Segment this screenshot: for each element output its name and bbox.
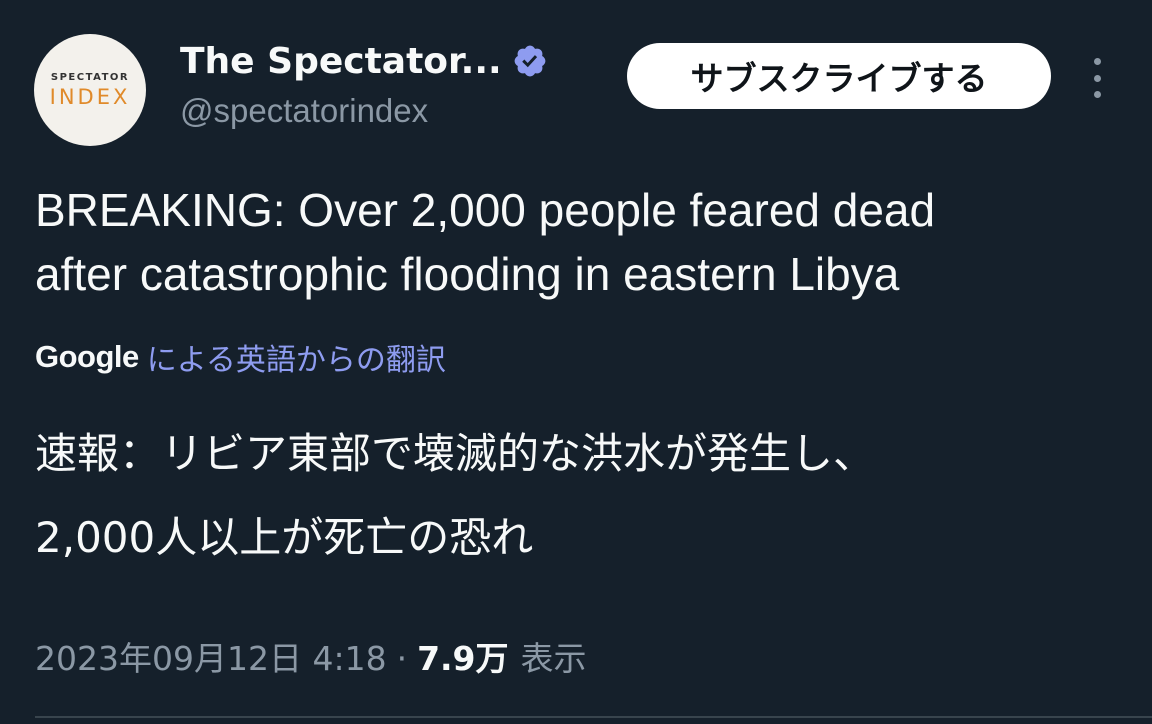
translated-text-line: 速報：リビア東部で壊滅的な洪水が発生し、 <box>35 429 876 478</box>
tweet-text: BREAKING: Over 2,000 people feared dead … <box>35 178 1125 306</box>
google-logo: Google <box>35 339 139 374</box>
account-handle[interactable]: @spectatorindex <box>180 92 428 130</box>
tweet-meta: 2023年09月12日 4:18 · 7.9万 表示 <box>35 632 587 680</box>
tweet: SPECTATOR INDEX The Spectator... @specta… <box>0 0 1152 724</box>
tweet-text-line: BREAKING: Over 2,000 people feared dead <box>35 184 936 236</box>
verified-badge-icon <box>512 43 548 79</box>
views-count: 7.9万 <box>417 639 509 678</box>
avatar-logo-bottom: INDEX <box>49 84 131 109</box>
translated-text-line: 2,000人以上が死亡の恐れ <box>35 513 534 562</box>
more-dot <box>1093 91 1101 98</box>
subscribe-button[interactable]: サブスクライブする <box>627 43 1051 109</box>
avatar[interactable]: SPECTATOR INDEX <box>34 34 146 146</box>
avatar-logo-top: SPECTATOR <box>50 71 130 83</box>
views-label: 表示 <box>520 639 587 678</box>
translation-attribution: Google による英語からの翻訳 <box>35 334 446 380</box>
more-dot <box>1093 74 1101 82</box>
display-name[interactable]: The Spectator... <box>180 41 502 82</box>
timestamp[interactable]: 2023年09月12日 4:18 <box>35 632 387 680</box>
translated-text: 速報：リビア東部で壊滅的な洪水が発生し、 2,000人以上が死亡の恐れ <box>35 412 1125 580</box>
more-vertical-icon[interactable] <box>1082 58 1112 98</box>
tweet-text-line: after catastrophic flooding in eastern L… <box>35 248 900 300</box>
meta-separator: · <box>396 639 408 678</box>
divider <box>35 716 1152 718</box>
translation-source-link[interactable]: による英語からの翻訳 <box>147 335 446 379</box>
more-dot <box>1093 58 1101 65</box>
display-name-row[interactable]: The Spectator... <box>180 38 548 84</box>
